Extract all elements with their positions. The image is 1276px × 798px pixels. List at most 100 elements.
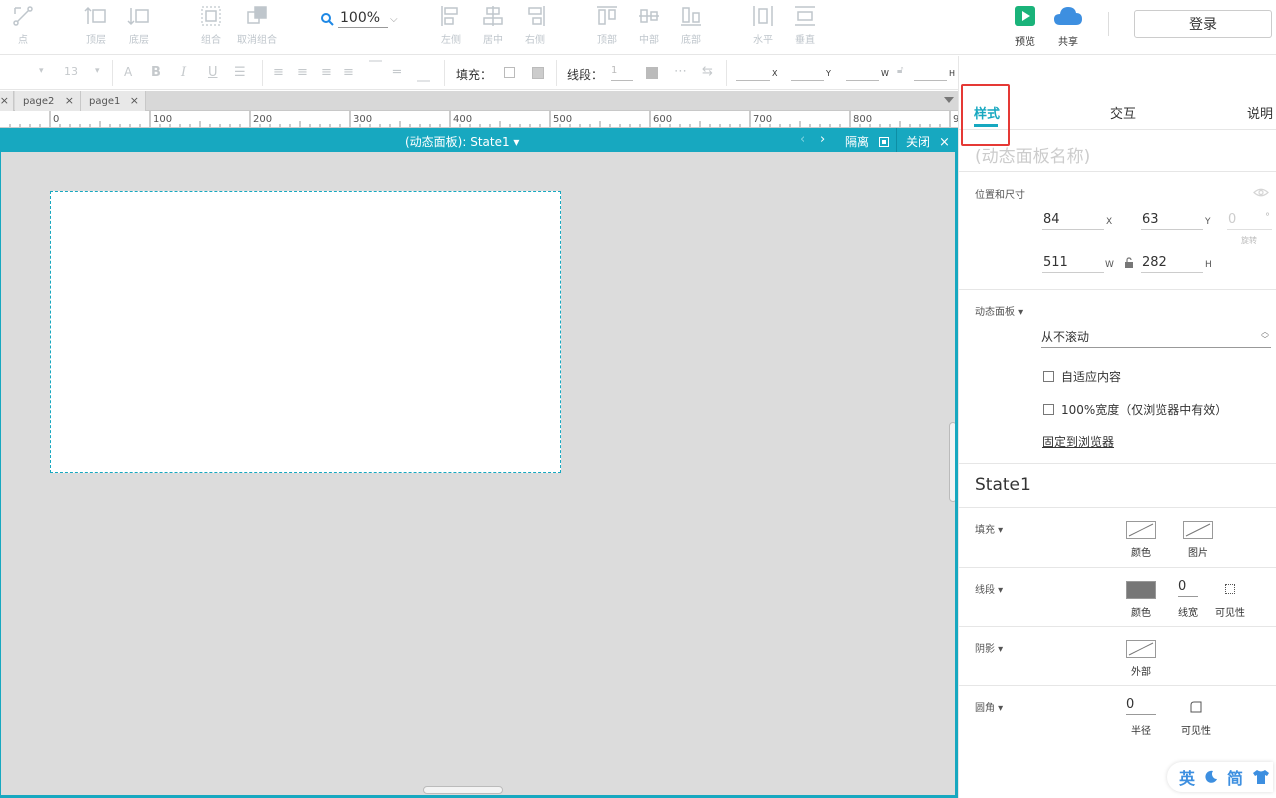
align-top-tool[interactable]: 顶部 — [595, 4, 619, 46]
checkbox[interactable] — [1043, 404, 1054, 415]
line-color-swatch[interactable] — [1126, 581, 1156, 599]
align-text-left-icon[interactable]: ≡ — [273, 65, 284, 80]
ime-mode[interactable]: 简 — [1227, 765, 1243, 789]
page-tab-partial[interactable]: × — [0, 91, 14, 111]
h-field[interactable]: 282 — [1141, 255, 1203, 273]
line-visibility-icon[interactable] — [1225, 584, 1235, 594]
align-bottom-tool[interactable]: 底部 — [679, 4, 703, 46]
valign-bottom-icon[interactable]: ⎽ — [417, 68, 430, 83]
align-left-tool[interactable]: 左侧 — [439, 4, 463, 46]
full-width-checkbox[interactable]: 100%宽度（仅浏览器中有效） — [1043, 401, 1227, 418]
design-canvas[interactable] — [0, 152, 958, 798]
font-size-dropdown-icon[interactable]: ▾ — [95, 66, 100, 76]
font-color-icon[interactable]: A — [124, 65, 132, 79]
line-label: 线段： — [567, 68, 604, 82]
ime-language[interactable]: 英 — [1179, 765, 1195, 789]
ruler-label: 600 — [653, 114, 672, 125]
line-color-label: 颜色 — [1131, 608, 1151, 619]
dynamic-panel-state-selector[interactable]: (动态面板): State1 ▾ — [405, 133, 519, 150]
font-size-value[interactable]: 13 — [64, 65, 78, 78]
ungroup-tool[interactable]: 取消组合 — [237, 4, 277, 46]
eye-icon[interactable] — [1253, 187, 1269, 198]
preview-button[interactable]: 预览 — [1014, 5, 1036, 48]
checkbox[interactable] — [1043, 371, 1054, 382]
horizontal-scrollbar[interactable] — [423, 786, 503, 794]
group-tool[interactable]: 组合 — [199, 4, 223, 46]
fill-image-swatch[interactable] — [1183, 521, 1213, 539]
outer-shadow-swatch[interactable] — [1126, 640, 1156, 658]
login-button[interactable]: 登录 — [1134, 10, 1272, 38]
arrow-style-icon[interactable]: ⇆ — [702, 64, 713, 79]
aspect-lock-icon[interactable] — [1124, 257, 1134, 269]
fill-color-swatch[interactable] — [504, 67, 515, 78]
dynamic-panel-area[interactable] — [50, 191, 561, 473]
scroll-behavior-select[interactable]: 从不滚动 ︿ ﹀ — [1041, 328, 1271, 348]
y-input[interactable] — [791, 65, 824, 81]
line-width-field[interactable]: 0 — [1178, 579, 1198, 597]
fit-content-checkbox[interactable]: 自适应内容 — [1043, 368, 1121, 385]
align-right-tool[interactable]: 右侧 — [523, 4, 547, 46]
fill-section-title[interactable]: 填充 ▾ — [975, 521, 1003, 536]
previous-state-icon[interactable]: ‹ — [800, 132, 805, 147]
close-icon[interactable]: × — [130, 94, 139, 107]
isolate-button[interactable]: 隔离 — [845, 133, 889, 150]
w-field[interactable]: 511 — [1042, 255, 1104, 273]
pin-to-browser-link[interactable]: 固定到浏览器 — [1042, 433, 1114, 450]
zoom-control[interactable]: 100% ⌵ — [320, 10, 398, 28]
point-tool[interactable]: 点 — [11, 4, 35, 46]
line-color-swatch[interactable] — [646, 67, 658, 79]
bold-icon[interactable]: B — [151, 65, 161, 80]
inspector-panel: 样式 交互 说明 (动态面板名称) 位置和尺寸 84 X 63 Y 0 ° 旋转… — [958, 56, 1276, 798]
corner-visibility-icon[interactable] — [1190, 701, 1202, 713]
ime-toolbar[interactable]: 英 简 — [1167, 762, 1273, 792]
w-input[interactable] — [846, 65, 879, 81]
bullet-list-icon[interactable]: ☰ — [234, 65, 246, 80]
degree-unit: ° — [1265, 212, 1270, 223]
lock-icon[interactable]: 🔓︎ — [897, 65, 903, 76]
vertical-scrollbar[interactable] — [949, 422, 955, 502]
ruler-label: 700 — [753, 114, 772, 125]
align-middle-tool[interactable]: 中部 — [637, 4, 661, 46]
tab-notes[interactable]: 说明 — [1247, 103, 1273, 122]
rotation-label: 旋转 — [1241, 236, 1257, 245]
distribute-horizontal-tool[interactable]: 水平 — [751, 4, 775, 46]
bottom-layer-tool[interactable]: 底层 — [127, 4, 151, 46]
line-section-title[interactable]: 线段 ▾ — [975, 581, 1003, 596]
tabs-dropdown-icon[interactable] — [944, 97, 954, 103]
shadow-section-title[interactable]: 阴影 ▾ — [975, 640, 1003, 655]
underline-icon[interactable]: U — [208, 65, 218, 80]
x-field[interactable]: 84 — [1042, 212, 1104, 230]
align-text-center-icon[interactable]: ≡ — [297, 65, 308, 80]
fill-gradient-swatch[interactable] — [532, 67, 544, 79]
page-tab-page2[interactable]: page2 × — [15, 91, 81, 111]
distribute-vertical-tool[interactable]: 垂直 — [793, 4, 817, 46]
align-center-tool[interactable]: 居中 — [481, 4, 505, 46]
close-icon[interactable]: × — [65, 94, 74, 107]
h-input[interactable] — [914, 65, 947, 81]
close-icon[interactable]: × — [0, 94, 9, 107]
zoom-dropdown-icon[interactable]: ⌵ — [390, 14, 398, 25]
close-panel-button[interactable]: 关闭 × — [906, 133, 950, 150]
italic-icon[interactable]: I — [181, 65, 186, 80]
zoom-value[interactable]: 100% — [338, 10, 388, 28]
tab-interaction[interactable]: 交互 — [1110, 103, 1136, 122]
next-state-icon[interactable]: › — [820, 132, 825, 147]
x-input[interactable] — [736, 65, 770, 81]
y-field[interactable]: 63 — [1141, 212, 1203, 230]
line-width-input[interactable]: 1 — [611, 65, 633, 81]
valign-middle-icon[interactable]: ═ — [393, 65, 401, 80]
valign-top-icon[interactable]: ⎺ — [369, 60, 382, 75]
line-pattern-icon[interactable]: ⋯ — [674, 64, 687, 79]
corner-section-title[interactable]: 圆角 ▾ — [975, 699, 1003, 714]
skin-shirt-icon[interactable] — [1252, 769, 1270, 785]
moon-icon[interactable] — [1204, 770, 1218, 784]
align-text-right-icon[interactable]: ≡ — [321, 65, 332, 80]
top-layer-tool[interactable]: 顶层 — [84, 4, 108, 46]
share-button[interactable]: 共享 — [1053, 5, 1083, 48]
justify-text-icon[interactable]: ≡ — [343, 65, 354, 80]
font-family-dropdown-icon[interactable]: ▾ — [39, 66, 44, 76]
fill-color-swatch[interactable] — [1126, 521, 1156, 539]
corner-radius-field[interactable]: 0 — [1126, 697, 1156, 715]
dynamic-panel-section-title[interactable]: 动态面板 ▾ — [975, 303, 1023, 318]
page-tab-page1[interactable]: page1 × — [81, 91, 146, 111]
